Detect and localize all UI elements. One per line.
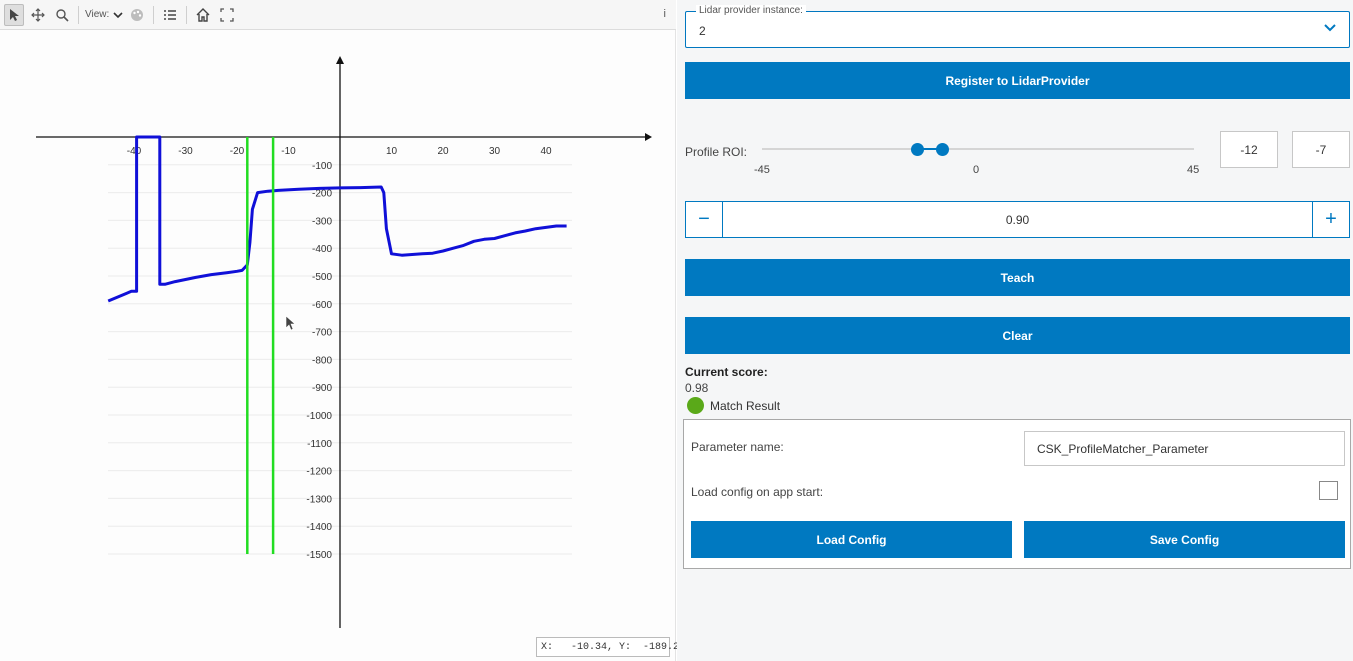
match-status-indicator [687,397,704,414]
roi-slider-track[interactable] [762,148,1194,150]
roi-label: Profile ROI: [685,145,748,159]
y-tick-label: -300 [312,216,332,227]
current-score-value: 0.98 [685,381,709,395]
increment-button[interactable]: + [1312,202,1349,237]
y-tick-label: -1400 [306,522,332,533]
y-tick-label: -500 [312,272,332,283]
x-tick-label: -30 [178,146,193,157]
y-tick-label: -700 [312,328,332,339]
info-icon[interactable]: i [664,8,666,20]
y-axis-arrow [336,56,344,64]
x-tick-label: 20 [437,146,449,157]
provider-select[interactable]: Lidar provider instance: 2 [685,5,1350,48]
y-tick-label: -400 [312,244,332,255]
provider-select-value: 2 [699,24,706,38]
chevron-down-icon [1324,24,1336,32]
save-config-button[interactable]: Save Config [1024,521,1345,558]
parameter-name-input[interactable]: CSK_ProfileMatcher_Parameter [1024,431,1345,466]
profile-plot[interactable]: -40 -30 -20 -10 10 20 30 40 -100 -200 -300 -400 -500… [0,30,676,630]
y-tick-label: -1500 [306,550,332,561]
y-tick-label: -800 [312,355,332,366]
x-tick-label: -40 [127,146,142,157]
load-on-start-label: Load config on app start: [691,485,824,499]
threshold-value[interactable]: 0.90 [723,213,1312,227]
view-label: View: [85,9,110,20]
toolbar-divider [153,5,155,24]
load-config-button[interactable]: Load Config [691,521,1012,558]
roi-slider-low-handle[interactable] [911,143,924,156]
zoom-icon[interactable] [52,4,72,26]
mouse-cursor-icon [285,315,296,331]
y-tick-label: -200 [312,189,332,200]
register-button[interactable]: Register to LidarProvider [685,62,1350,99]
view-select[interactable] [113,11,123,19]
roi-low-input[interactable]: -12 [1220,131,1278,168]
x-tick-label: 30 [489,146,501,157]
roi-slider-high-handle[interactable] [936,143,949,156]
roi-max-label: 45 [1187,164,1200,176]
toolbar-divider [78,5,79,24]
profile-viewer[interactable]: View: i -40 -30 -20 -10 10 20 30 40 -100 -200 -300… [0,0,685,661]
match-result-label: Match Result [710,399,781,413]
palette-icon[interactable] [127,4,147,26]
parameter-name-label: Parameter name: [691,440,784,454]
y-tick-label: -1300 [306,494,332,505]
provider-select-label: Lidar provider instance: [696,5,806,16]
x-tick-label: 10 [386,146,398,157]
x-tick-label: -10 [281,146,296,157]
roi-mid-label: 0 [973,164,980,176]
x-axis-arrow [645,133,652,141]
y-tick-label: -1200 [306,467,332,478]
pointer-icon[interactable] [4,3,24,26]
roi-high-input[interactable]: -7 [1292,131,1350,168]
list-icon[interactable] [160,4,180,26]
coordinate-readout: X: -10.34, Y: -189.28 [536,637,685,657]
y-tick-label: -100 [312,161,332,172]
parameter-section: Parameter name: CSK_ProfileMatcher_Param… [683,419,1351,569]
x-tick-label: 40 [540,146,552,157]
roi-min-label: -45 [754,164,770,176]
teach-button[interactable]: Teach [685,259,1350,296]
viewer-toolbar: View: i [0,0,676,30]
y-tick-label: -1000 [306,411,332,422]
pan-icon[interactable] [28,4,48,26]
home-icon[interactable] [193,4,213,26]
y-tick-label: -1100 [307,439,332,450]
clear-button[interactable]: Clear [685,317,1350,354]
y-tick-label: -900 [312,383,332,394]
y-tick-label: -600 [312,300,332,311]
threshold-stepper: − 0.90 + [685,201,1350,238]
x-tick-label: -20 [230,146,245,157]
chevron-down-icon [113,11,123,18]
decrement-button[interactable]: − [686,202,723,237]
current-score-label: Current score: [685,365,768,379]
fit-view-icon[interactable] [217,4,237,26]
config-panel: Lidar provider instance: 2 Register to L… [677,0,1353,661]
load-on-start-checkbox[interactable] [1319,481,1338,500]
toolbar-divider [186,5,188,24]
